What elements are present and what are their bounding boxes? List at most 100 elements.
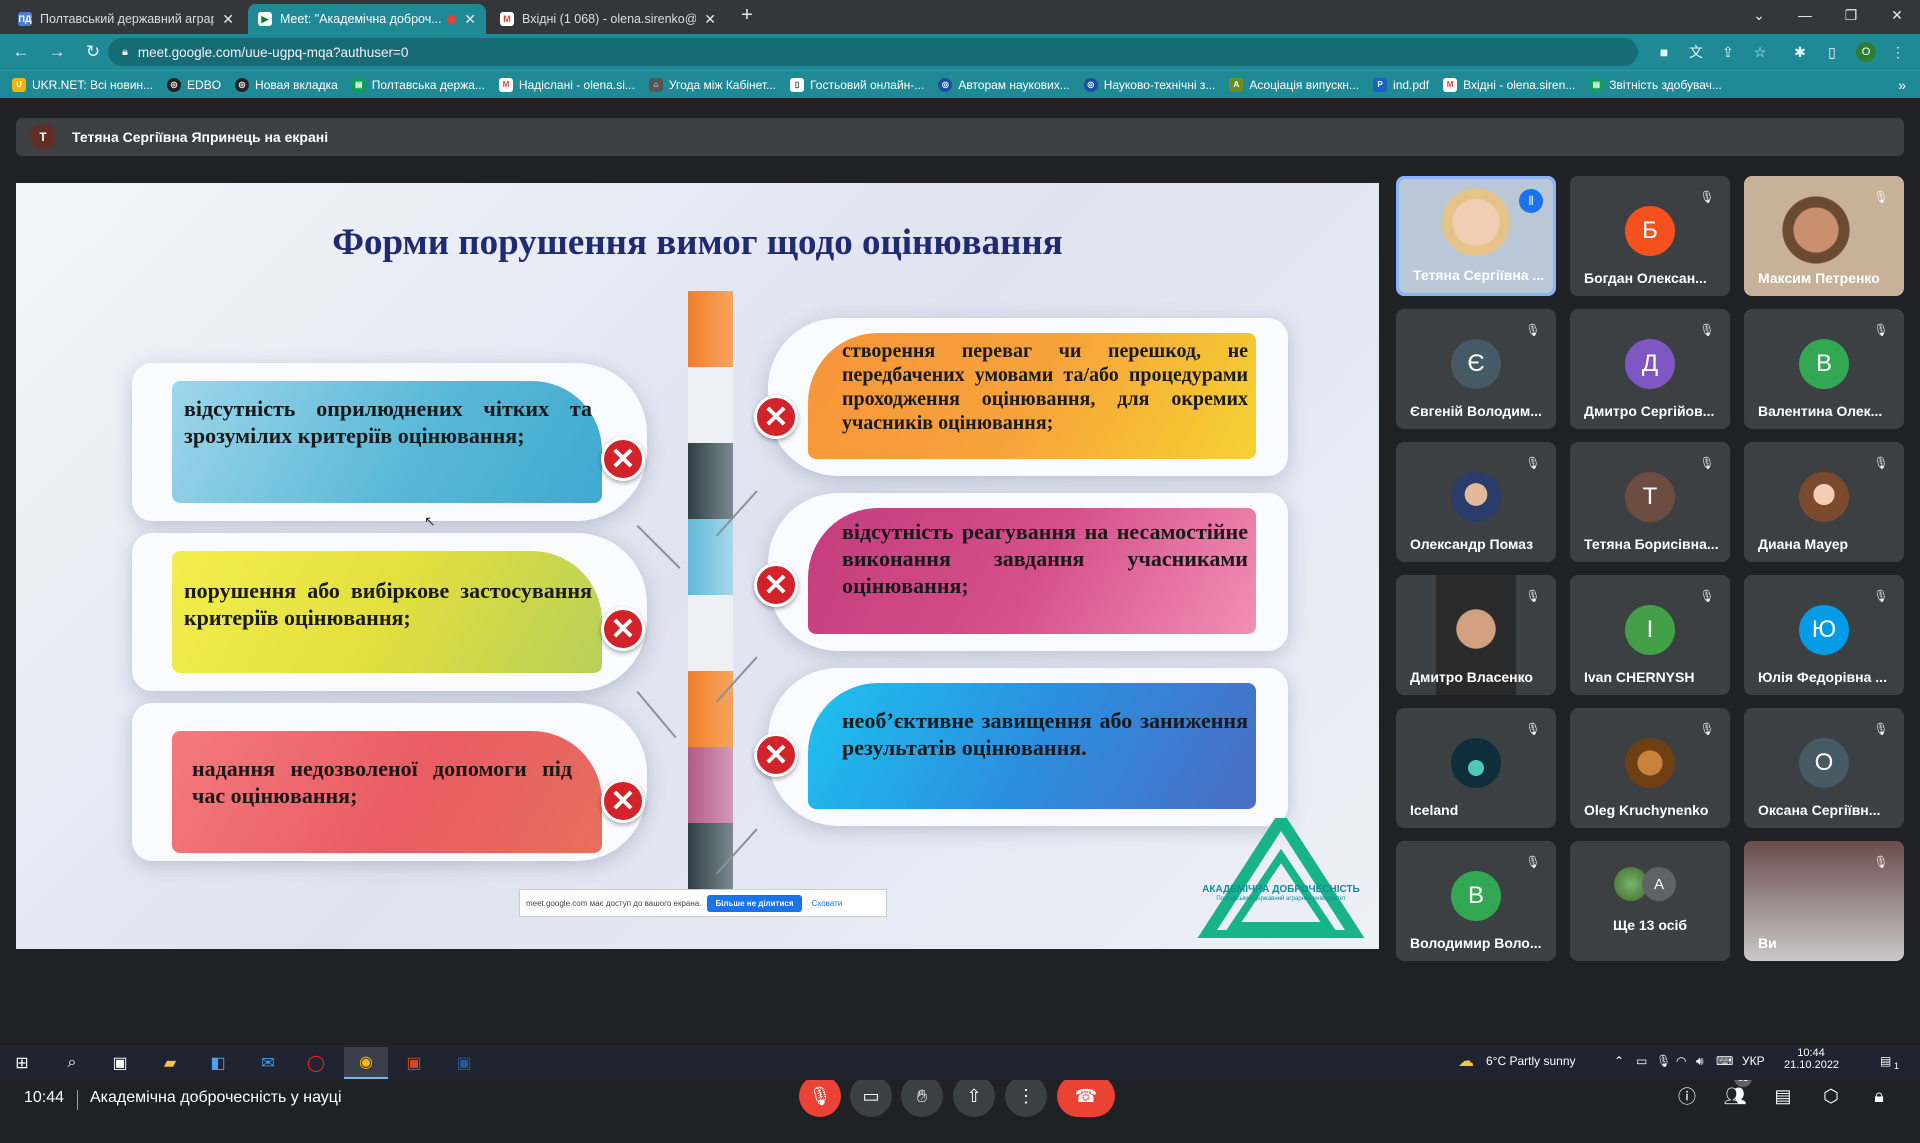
bookmark-item[interactable]: A Асоціація випускн... xyxy=(1229,77,1359,92)
bookmark-item[interactable]: ▤ Полтавська держа... xyxy=(351,77,485,92)
keyboard-icon[interactable]: ⌨ xyxy=(1716,1054,1733,1068)
close-window-icon[interactable]: ✕ xyxy=(1874,0,1920,30)
forward-icon[interactable]: → xyxy=(42,37,72,67)
tab-meet[interactable]: ▶ Meet: "Академічна доброч... ✕ xyxy=(248,4,486,34)
leave-call-button[interactable]: ☎︎ xyxy=(1057,1075,1115,1117)
raise-hand-button[interactable]: ✋︎ xyxy=(901,1075,943,1117)
present-button[interactable]: ⇧ xyxy=(953,1075,995,1117)
camera-icon[interactable]: ■ xyxy=(1654,42,1674,62)
extensions-icon[interactable]: ✱ xyxy=(1790,42,1810,62)
participant-name: Олександр Помаз xyxy=(1410,536,1534,552)
word-icon[interactable]: ▣ xyxy=(442,1047,486,1079)
store-icon[interactable]: ◧ xyxy=(196,1047,240,1079)
network-icon[interactable]: ▭ xyxy=(1636,1054,1647,1068)
participant-tile[interactable]: Ю Юлія Федорівна ... 🎙︎ xyxy=(1744,575,1904,695)
connector-line xyxy=(636,525,681,569)
bookmark-item[interactable]: M Надіслані - olena.si... xyxy=(498,77,635,92)
minimize-icon[interactable]: — xyxy=(1782,0,1828,30)
biased-results-band: необ’єктивне завищення або заниження рез… xyxy=(808,683,1256,809)
bookmark-item[interactable]: ◎ Науково-технічні з... xyxy=(1083,77,1215,92)
mic-off-button[interactable]: 🎙︎ xyxy=(799,1075,841,1117)
wifi-icon[interactable]: ◠ xyxy=(1676,1054,1686,1068)
participant-tile[interactable]: В Валентина Олек... 🎙︎ xyxy=(1744,309,1904,429)
bookmark-item[interactable]: ◎ Авторам наукових... xyxy=(938,77,1070,92)
tab-search-icon[interactable]: ⌄ xyxy=(1736,0,1782,30)
host-controls-icon[interactable]: 🔒︎ xyxy=(1864,1081,1894,1111)
chrome-icon[interactable]: ◉ xyxy=(344,1047,388,1079)
activities-icon[interactable]: ⬡ xyxy=(1816,1081,1846,1111)
gmail-favicon-icon: M xyxy=(500,12,514,26)
recording-indicator-icon xyxy=(447,14,457,24)
chat-icon[interactable]: ▤ xyxy=(1768,1081,1798,1111)
bookmark-item[interactable]: ▤ Звітність здобувач... xyxy=(1589,77,1722,92)
share-icon[interactable]: ⇪ xyxy=(1718,42,1738,62)
screen-share-notice: meet.google.com має доступ до вашого екр… xyxy=(519,889,887,917)
reload-icon[interactable]: ↻ xyxy=(78,37,108,67)
close-tab-icon[interactable]: ✕ xyxy=(222,11,234,28)
sidebar-icon[interactable]: ▯ xyxy=(1822,42,1842,62)
windows-start-icon[interactable]: ⊞ xyxy=(0,1047,44,1079)
more-options-button[interactable]: ⋮ xyxy=(1005,1075,1047,1117)
notification-icon[interactable]: ▤ xyxy=(1880,1054,1891,1068)
meeting-details-icon[interactable]: ⓘ xyxy=(1672,1081,1702,1111)
participant-tile[interactable]: В Володимир Воло... 🎙︎ xyxy=(1396,841,1556,961)
mail-icon[interactable]: ✉ xyxy=(246,1047,290,1079)
address-bar[interactable]: 🔒︎ meet.google.com/uue-ugpq-mqa?authuser… xyxy=(108,38,1638,66)
participant-avatar: О xyxy=(1799,738,1849,788)
participant-tile[interactable]: Тетяна Сергіївна ... ⦀ xyxy=(1396,176,1556,296)
participant-tile[interactable]: Ви 🎙︎ xyxy=(1744,841,1904,961)
volume-icon[interactable]: 🔊︎ xyxy=(1696,1054,1704,1069)
participant-tile[interactable]: Iceland 🎙︎ xyxy=(1396,708,1556,828)
new-tab-icon[interactable]: + xyxy=(732,0,762,30)
bookmark-item[interactable]: ▯ Гостьовий онлайн-... xyxy=(790,77,924,92)
participant-avatar: Т xyxy=(1625,472,1675,522)
participant-tile[interactable]: Є Євгеній Володим... 🎙︎ xyxy=(1396,309,1556,429)
bookmark-item[interactable]: ◎ EDBO xyxy=(167,77,221,92)
participant-tile[interactable]: Б Богдан Олексан... 🎙︎ xyxy=(1570,176,1730,296)
powerpoint-icon[interactable]: ▣ xyxy=(392,1047,436,1079)
opera-icon[interactable]: ◯ xyxy=(294,1047,338,1079)
participant-tile[interactable]: Диана Мауер 🎙︎ xyxy=(1744,442,1904,562)
participant-tile[interactable]: Т Тетяна Борисівна... 🎙︎ xyxy=(1570,442,1730,562)
menu-kebab-icon[interactable]: ⋮ xyxy=(1888,42,1908,62)
tray-clock[interactable]: 10:44 21.10.2022 xyxy=(1784,1047,1839,1071)
tab-poltava[interactable]: ПД Полтавський державний аграр... ✕ xyxy=(8,4,244,34)
bookmark-item[interactable]: M Вхідні - olena.siren... xyxy=(1443,77,1575,92)
participant-tile[interactable]: I Ivan CHERNYSH 🎙︎ xyxy=(1570,575,1730,695)
bookmark-item[interactable]: ⌂ Угода між Кабінет... xyxy=(648,77,776,92)
participant-tile[interactable]: А Ще 13 осіб xyxy=(1570,841,1730,961)
bookmark-item[interactable]: ◎ Новая вкладка xyxy=(235,77,338,92)
participant-photo xyxy=(1799,472,1849,522)
more-bookmarks-icon[interactable]: » xyxy=(1898,77,1906,93)
logo-triangle-icon xyxy=(1194,808,1368,942)
tray-expand-icon[interactable]: ⌃ xyxy=(1614,1054,1624,1068)
bookmark-star-icon[interactable]: ☆ xyxy=(1750,42,1770,62)
participant-tile[interactable]: Oleg Kruchynenko 🎙︎ xyxy=(1570,708,1730,828)
bookmark-item[interactable]: Pind.pdf xyxy=(1373,77,1429,92)
restore-icon[interactable]: ❐ xyxy=(1828,0,1874,30)
hide-notice-button[interactable]: Сховати xyxy=(812,899,843,908)
participant-tile[interactable]: Максим Петренко 🎙︎ xyxy=(1744,176,1904,296)
stop-sharing-button[interactable]: Більше не ділитися xyxy=(707,894,802,912)
close-tab-icon[interactable]: ✕ xyxy=(704,11,716,28)
profile-avatar[interactable]: O xyxy=(1856,42,1876,62)
tab-gmail[interactable]: M Вхідні (1 068) - olena.sirenko@p... ✕ xyxy=(490,4,726,34)
participant-tile[interactable]: Д Дмитро Сергійов... 🎙︎ xyxy=(1570,309,1730,429)
back-icon[interactable]: ← xyxy=(6,37,36,67)
mic-tray-icon[interactable]: 🎙︎ xyxy=(1656,1054,1671,1068)
participant-tile[interactable]: О Оксана Сергіївн... 🎙︎ xyxy=(1744,708,1904,828)
file-explorer-icon[interactable]: ▰ xyxy=(148,1047,192,1079)
strip-segment xyxy=(688,367,733,443)
camera-button[interactable]: ▭ xyxy=(850,1075,892,1117)
notification-count: 1 xyxy=(1894,1061,1900,1071)
search-icon[interactable]: ⌕ xyxy=(50,1047,94,1079)
bookmark-item[interactable]: U UKR.NET: Всі новин... xyxy=(12,77,153,92)
close-tab-icon[interactable]: ✕ xyxy=(464,11,476,28)
gmail-icon: M xyxy=(1443,77,1458,92)
task-view-icon[interactable]: ▣ xyxy=(98,1047,142,1079)
weather-text[interactable]: 6°C Partly sunny xyxy=(1486,1054,1576,1068)
participant-tile[interactable]: Олександр Помаз 🎙︎ xyxy=(1396,442,1556,562)
input-language[interactable]: УКР xyxy=(1742,1054,1765,1068)
translate-icon[interactable]: 文 xyxy=(1686,42,1706,62)
participant-tile[interactable]: Дмитро Власенко 🎙︎ xyxy=(1396,575,1556,695)
